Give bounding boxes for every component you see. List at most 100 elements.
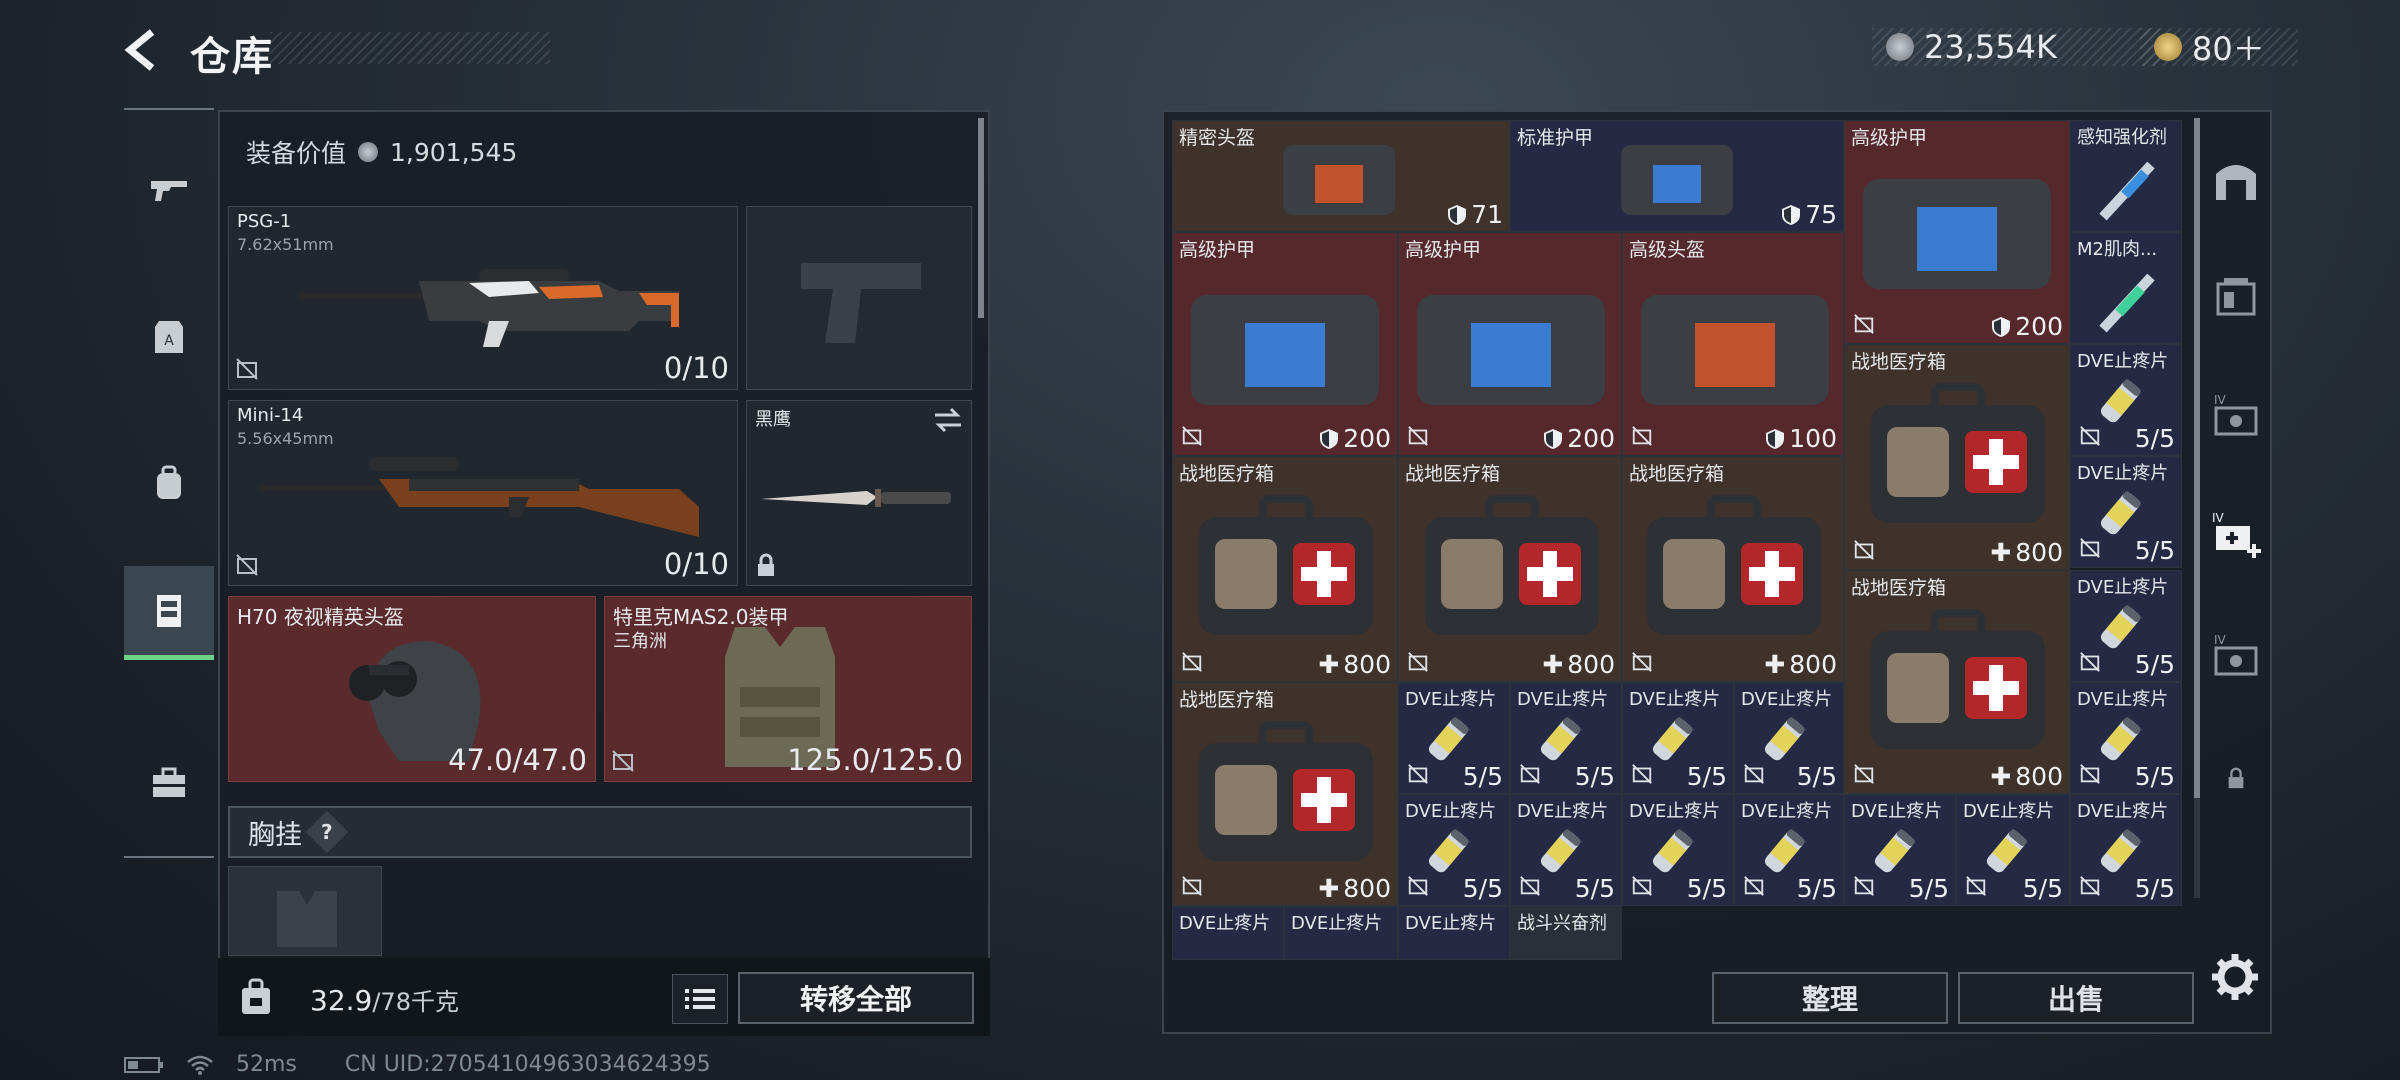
melee-slot[interactable]: 黑鹰 [746, 400, 972, 586]
armor-case-image [1417, 295, 1605, 405]
sell-button[interactable]: 出售 [1958, 972, 2194, 1024]
tab-storage-3[interactable]: IV [2196, 364, 2276, 464]
equipment-value-header: 装备价值 1,901,545 [228, 124, 980, 180]
pill-bottle-image [1540, 717, 1581, 761]
item-m2-muscle[interactable]: M2肌肉... [2070, 232, 2182, 344]
item-medkit[interactable]: 战地医疗箱 ✚ 800 [1844, 570, 2070, 794]
premium-coin-icon [2154, 33, 2182, 61]
item-medkit[interactable]: 战地医疗箱 ✚ 800 [1622, 456, 1844, 682]
tab-chest-rig[interactable] [124, 566, 214, 660]
item-dve-painkiller[interactable]: DVE止疼片 5/5 [2070, 456, 2182, 568]
pill-bottle-image [2100, 491, 2141, 535]
weapon-name: PSG-1 [237, 211, 292, 232]
no-bind-icon [1854, 314, 1874, 334]
pill-bottle-image [1764, 717, 1805, 761]
sort-button[interactable]: 整理 [1712, 972, 1948, 1024]
settings-gear-icon[interactable] [2210, 952, 2260, 1002]
item-dve-painkiller[interactable]: DVE止疼片 5/5 [1622, 682, 1734, 794]
no-bind-icon [1408, 764, 1428, 784]
item-dve-painkiller[interactable]: DVE止疼片 [1284, 906, 1398, 960]
item-medkit[interactable]: 战地医疗箱 ✚ 800 [1844, 344, 2070, 570]
tab-storage-add[interactable]: IV [2196, 484, 2276, 584]
item-medkit[interactable]: 战地医疗箱 ✚ 800 [1398, 456, 1622, 682]
no-bind-icon [1966, 876, 1986, 896]
item-dve-painkiller[interactable]: DVE止疼片 [1398, 906, 1510, 960]
item-advanced-helmet[interactable]: 高级头盔 100 [1622, 232, 1844, 456]
item-dve-painkiller[interactable]: DVE止疼片 5/5 [2070, 682, 2182, 794]
tab-toolbox[interactable] [124, 736, 214, 830]
helmet-slot[interactable]: H70 夜视精英头盔 47.0/47.0 [228, 596, 596, 782]
helmet-case-image [1641, 295, 1829, 405]
chest-rig-label: 胸挂 [248, 819, 302, 851]
back-arrow-icon[interactable] [118, 26, 166, 74]
tab-storage-2[interactable] [2196, 246, 2276, 346]
weapon-ammo: 0/10 [663, 547, 729, 581]
mini14-rifle-image [259, 457, 699, 537]
item-dve-painkiller[interactable]: DVE止疼片 5/5 [1510, 794, 1622, 906]
tab-storage-4[interactable]: IV [2196, 604, 2276, 704]
pill-bottle-image [1428, 717, 1469, 761]
syringe-green-image [2099, 273, 2155, 333]
no-bind-icon [1854, 540, 1874, 560]
wifi-icon [187, 1055, 213, 1075]
shield-icon [1992, 316, 2011, 337]
toolbox-icon [153, 767, 185, 797]
tab-storage-locked[interactable] [2196, 728, 2276, 828]
transfer-all-button[interactable]: 转移全部 [738, 972, 974, 1024]
item-dve-painkiller[interactable]: DVE止疼片 5/5 [1844, 794, 1956, 906]
battery-icon [124, 1056, 163, 1073]
item-medkit[interactable]: 战地医疗箱 ✚ 800 [1172, 456, 1398, 682]
helmet-durability: 47.0/47.0 [448, 743, 587, 777]
tab-weapons[interactable] [124, 142, 214, 236]
swap-icon[interactable] [933, 407, 963, 433]
pistol-silhouette-icon [801, 263, 921, 343]
pill-bottle-image [1652, 717, 1693, 761]
list-view-button[interactable] [672, 974, 728, 1024]
item-dve-painkiller[interactable]: DVE止疼片 5/5 [1398, 794, 1510, 906]
item-standard-armor[interactable]: 标准护甲 75 [1510, 120, 1844, 232]
secondary-weapon-slot[interactable]: Mini-14 5.56x45mm 0/10 [228, 400, 738, 586]
item-perception-stim[interactable]: 感知强化剂 [2070, 120, 2182, 232]
help-icon[interactable]: ? [305, 810, 349, 854]
item-dve-painkiller[interactable]: DVE止疼片 5/5 [1956, 794, 2070, 906]
item-dve-painkiller[interactable]: DVE止疼片 5/5 [1734, 682, 1844, 794]
item-medkit[interactable]: 战地医疗箱 ✚ 800 [1172, 682, 1398, 906]
no-bind-icon [1408, 426, 1428, 446]
item-dve-painkiller[interactable]: DVE止疼片 5/5 [2070, 794, 2182, 906]
psg1-rifle-image [299, 269, 679, 347]
item-dve-painkiller[interactable]: DVE止疼片 5/5 [1734, 794, 1844, 906]
item-dve-painkiller[interactable]: DVE止疼片 [1172, 906, 1284, 960]
item-advanced-armor[interactable]: 高级护甲 200 [1172, 232, 1398, 456]
item-combat-stim[interactable]: 战斗兴奋剂 [1510, 906, 1622, 960]
tab-storage-main[interactable] [2196, 130, 2276, 230]
item-advanced-armor-large[interactable]: 高级护甲 200 [1844, 120, 2070, 344]
armor-case-image [1863, 179, 2051, 289]
medkit-image [1871, 609, 2045, 749]
equipment-value: 1,901,545 [390, 137, 518, 167]
weight-bag-icon [242, 978, 270, 1014]
item-advanced-armor[interactable]: 高级护甲 200 [1398, 232, 1622, 456]
currency-premium[interactable]: 80＋ [2140, 28, 2298, 68]
no-bind-icon [1632, 764, 1652, 784]
ping-readout: 52ms [236, 1052, 297, 1077]
storage-add-icon: IV [2212, 511, 2261, 558]
chest-rig-slot-empty[interactable] [228, 866, 382, 956]
item-dve-painkiller[interactable]: DVE止疼片 5/5 [1510, 682, 1622, 794]
primary-weapon-slot[interactable]: PSG-1 7.62x51mm 0/10 [228, 206, 738, 390]
no-bind-icon [1182, 426, 1202, 446]
storage-crate-icon [2216, 278, 2256, 316]
pill-bottle-image [2100, 379, 2141, 423]
armor-slot[interactable]: 特里克MAS2.0装甲 三角洲 125.0/125.0 [604, 596, 972, 782]
pill-bottle-image [1652, 829, 1693, 873]
item-dve-painkiller[interactable]: DVE止疼片 5/5 [2070, 344, 2182, 456]
tab-armor[interactable]: A [124, 290, 214, 384]
pill-bottle-image [2100, 717, 2141, 761]
item-precise-helmet[interactable]: 精密头盔 71 [1172, 120, 1510, 232]
tab-backpack[interactable] [124, 436, 214, 530]
page-title: 仓库 [190, 34, 274, 80]
pistol-slot-empty[interactable] [746, 206, 972, 390]
item-dve-painkiller[interactable]: DVE止疼片 5/5 [1398, 682, 1510, 794]
armor-durability: 125.0/125.0 [787, 743, 963, 777]
item-dve-painkiller[interactable]: DVE止疼片 5/5 [1622, 794, 1734, 906]
item-dve-painkiller[interactable]: DVE止疼片 5/5 [2070, 570, 2182, 682]
